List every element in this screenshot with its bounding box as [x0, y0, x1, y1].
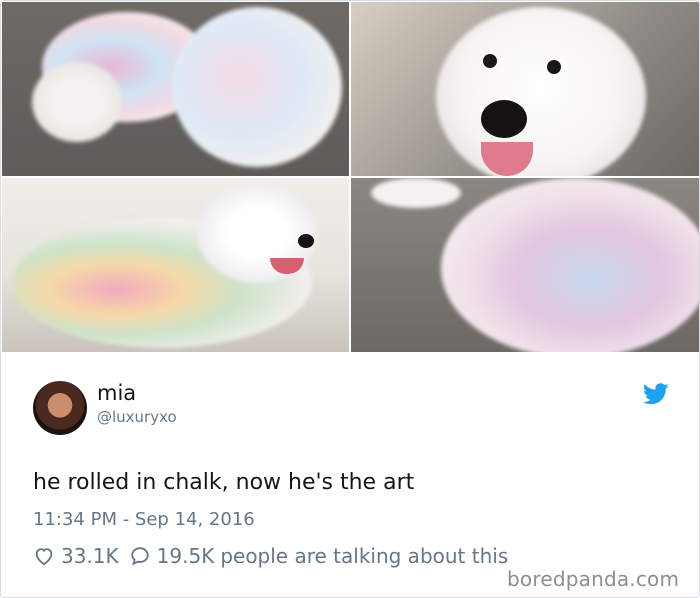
talking-label[interactable]: people are talking about this: [220, 544, 508, 568]
like-count[interactable]: 33.1K: [61, 544, 119, 568]
tweet-card: mia @luxuryxo he rolled in chalk, now he…: [0, 0, 700, 598]
author-name[interactable]: mia: [97, 381, 136, 405]
heart-icon[interactable]: [33, 545, 55, 567]
tweet-actions: 33.1K 19.5K people are talking about thi…: [33, 543, 508, 569]
tweet-timestamp[interactable]: 11:34 PM - Sep 14, 2016: [33, 509, 255, 530]
watermark: boredpanda.com: [507, 567, 680, 591]
photo-dog-sniffing[interactable]: [2, 2, 349, 176]
speech-bubble-icon[interactable]: [129, 545, 151, 567]
photo-grid: [2, 2, 699, 352]
tweet-text: he rolled in chalk, now he's the art: [33, 470, 415, 495]
photo-dog-closeup[interactable]: [351, 178, 699, 352]
twitter-bird-icon[interactable]: [643, 383, 669, 405]
avatar[interactable]: [33, 381, 87, 435]
reply-count[interactable]: 19.5K: [157, 544, 215, 568]
photo-dog-lying[interactable]: [2, 178, 349, 352]
author-handle[interactable]: @luxuryxo: [97, 408, 177, 426]
photo-dog-face[interactable]: [351, 2, 699, 176]
